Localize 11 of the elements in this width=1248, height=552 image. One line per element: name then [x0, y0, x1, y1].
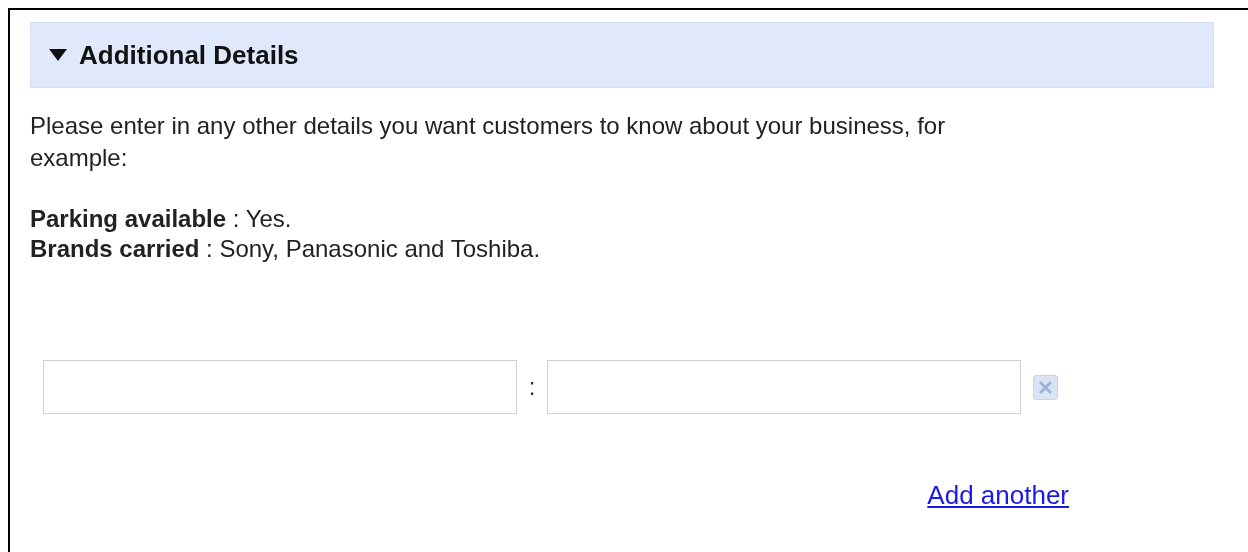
section-header[interactable]: Additional Details: [30, 22, 1214, 88]
example-line: Parking available : Yes.: [30, 204, 293, 234]
example-line: Brands carried : Sony, Panasonic and Toshiba.: [30, 234, 542, 264]
add-another-link[interactable]: Add another: [927, 476, 1069, 515]
section-title: Additional Details: [79, 38, 299, 72]
detail-name-field[interactable]: [43, 360, 517, 414]
separator-text: :: [527, 372, 537, 402]
remove-button[interactable]: [1033, 374, 1058, 400]
intro-text: Please enter in any other details you want customers to know about your business, for example:: [30, 111, 947, 173]
close-icon: [1038, 379, 1053, 395]
detail-value-field[interactable]: [547, 360, 1021, 414]
